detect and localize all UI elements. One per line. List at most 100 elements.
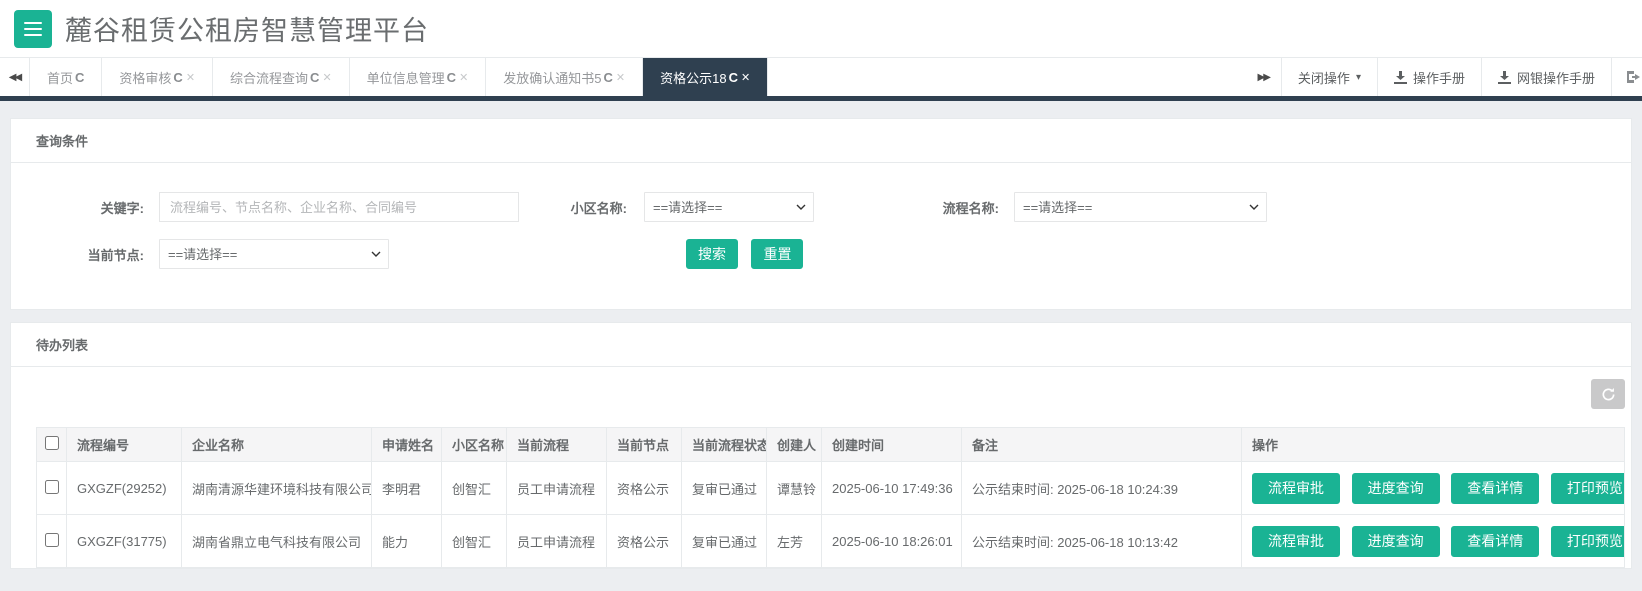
bank-manual-download-link[interactable]: 网银操作手册: [1481, 58, 1611, 96]
table-row: GXGZF(29252) 湖南清源华建环境科技有限公司 李明君 创智汇 员工申请…: [37, 462, 1625, 515]
cell-status: 复审已通过: [682, 515, 767, 568]
tab-label: 首页: [47, 68, 73, 87]
tab-unit-info[interactable]: 单位信息管理 C ✕: [350, 58, 487, 96]
cell-community: 创智汇: [442, 515, 507, 568]
close-operations-dropdown[interactable]: 关闭操作 ▾: [1281, 58, 1377, 96]
col-remark: 备注: [962, 428, 1242, 462]
tab-qualification-publicity[interactable]: 资格公示18 C ✕: [643, 58, 768, 96]
cell-status: 复审已通过: [682, 462, 767, 515]
cell-process: 员工申请流程: [507, 515, 607, 568]
cell-process-no: GXGZF(31775): [67, 515, 182, 568]
keyword-input[interactable]: [159, 192, 519, 222]
view-details-button[interactable]: 查看详情: [1451, 473, 1539, 504]
view-details-button[interactable]: 查看详情: [1451, 526, 1539, 557]
tab-confirm-notice[interactable]: 发放确认通知书5 C ✕: [486, 58, 643, 96]
cell-process: 员工申请流程: [507, 462, 607, 515]
process-approve-button[interactable]: 流程审批: [1252, 473, 1340, 504]
refresh-icon[interactable]: C: [447, 70, 456, 85]
current-node-label: 当前节点:: [31, 245, 159, 264]
hamburger-icon: [24, 22, 42, 24]
cell-process-no: GXGZF(29252): [67, 462, 182, 515]
col-node: 当前节点: [607, 428, 682, 462]
process-name-label: 流程名称:: [814, 198, 1014, 217]
todo-table: 流程编号 企业名称 申请姓名 小区名称 当前流程 当前节点 当前流程状态 创建人…: [36, 427, 1625, 568]
tab-home[interactable]: 首页 C: [30, 58, 102, 96]
table-header-row: 流程编号 企业名称 申请姓名 小区名称 当前流程 当前节点 当前流程状态 创建人…: [37, 428, 1625, 462]
process-approve-button[interactable]: 流程审批: [1252, 526, 1340, 557]
col-creator: 创建人: [767, 428, 822, 462]
refresh-icon[interactable]: C: [310, 70, 319, 85]
tab-label: 资格公示18: [660, 68, 726, 87]
community-select[interactable]: ==请选择==: [644, 192, 814, 222]
close-icon[interactable]: ✕: [322, 71, 331, 84]
progress-query-button[interactable]: 进度查询: [1352, 473, 1440, 504]
table-refresh-button[interactable]: [1591, 379, 1625, 409]
col-process: 当前流程: [507, 428, 607, 462]
hamburger-menu-button[interactable]: [14, 10, 52, 48]
current-node-select[interactable]: ==请选择==: [159, 239, 389, 269]
page-title: 麓谷租赁公租房智慧管理平台: [65, 9, 429, 48]
manual-download-link[interactable]: 操作手册: [1377, 58, 1481, 96]
search-button[interactable]: 搜索: [686, 239, 738, 269]
tabs-scroll-left-icon[interactable]: ◀◀: [0, 58, 30, 96]
content-area: 查询条件 关键字: 小区名称: ==请选择== 流程名称: ==请选择=: [0, 101, 1642, 591]
cell-applicant: 李明君: [372, 462, 442, 515]
cell-applicant: 能力: [372, 515, 442, 568]
app-header: 麓谷租赁公租房智慧管理平台: [0, 0, 1642, 57]
refresh-icon[interactable]: C: [729, 70, 738, 85]
cell-creator: 谭慧铃: [767, 462, 822, 515]
tab-label: 综合流程查询: [230, 68, 308, 87]
row-checkbox[interactable]: [45, 480, 59, 494]
print-preview-button[interactable]: 打印预览: [1551, 473, 1625, 504]
cell-node: 资格公示: [607, 515, 682, 568]
community-label: 小区名称:: [519, 198, 644, 217]
cell-company: 湖南省鼎立电气科技有限公司: [182, 515, 372, 568]
process-name-select[interactable]: ==请选择==: [1014, 192, 1267, 222]
progress-query-button[interactable]: 进度查询: [1352, 526, 1440, 557]
tab-process-query[interactable]: 综合流程查询 C ✕: [213, 58, 350, 96]
cell-created-at: 2025-06-10 17:49:36: [822, 462, 962, 515]
tabbar-spacer: [768, 58, 1245, 96]
cell-created-at: 2025-06-10 18:26:01: [822, 515, 962, 568]
tab-label: 发放确认通知书5: [503, 68, 601, 87]
query-panel-title: 查询条件: [11, 119, 1631, 163]
close-icon[interactable]: ✕: [459, 71, 468, 84]
close-icon[interactable]: ✕: [616, 71, 625, 84]
tabs-scroll-right-icon[interactable]: ▶▶: [1246, 58, 1281, 96]
keyword-label: 关键字:: [31, 198, 159, 217]
refresh-icon[interactable]: C: [75, 70, 84, 85]
close-icon[interactable]: ✕: [186, 71, 195, 84]
download-icon: [1498, 71, 1511, 84]
chevron-down-icon: ▾: [1356, 72, 1361, 83]
refresh-icon: [1601, 387, 1616, 402]
todo-panel-title: 待办列表: [11, 323, 1631, 367]
refresh-icon[interactable]: C: [604, 70, 613, 85]
todo-panel: 待办列表 流程编号: [10, 322, 1632, 569]
refresh-icon[interactable]: C: [173, 70, 182, 85]
query-panel: 查询条件 关键字: 小区名称: ==请选择== 流程名称: ==请选择=: [10, 118, 1632, 310]
col-actions: 操作: [1242, 428, 1625, 462]
download-icon: [1394, 71, 1407, 84]
col-created-at: 创建时间: [822, 428, 962, 462]
cell-remark: 公示结束时间: 2025-06-18 10:13:42: [962, 515, 1242, 568]
print-preview-button[interactable]: 打印预览: [1551, 526, 1625, 557]
tab-qualification-review[interactable]: 资格审核 C ✕: [102, 58, 213, 96]
cell-remark: 公示结束时间: 2025-06-18 10:24:39: [962, 462, 1242, 515]
cell-actions: 流程审批 进度查询 查看详情 打印预览: [1242, 515, 1625, 568]
tab-label: 单位信息管理: [367, 68, 445, 87]
cell-creator: 左芳: [767, 515, 822, 568]
row-checkbox[interactable]: [45, 533, 59, 547]
col-company: 企业名称: [182, 428, 372, 462]
cell-community: 创智汇: [442, 462, 507, 515]
cell-company: 湖南清源华建环境科技有限公司: [182, 462, 372, 515]
select-all-checkbox[interactable]: [45, 436, 59, 450]
tab-bar: ◀◀ 首页 C 资格审核 C ✕ 综合流程查询 C ✕ 单位信息管理 C ✕ 发…: [0, 57, 1642, 96]
col-status: 当前流程状态: [682, 428, 767, 462]
close-icon[interactable]: ✕: [741, 71, 750, 84]
logout-icon[interactable]: [1611, 58, 1642, 96]
cell-actions: 流程审批 进度查询 查看详情 打印预览: [1242, 462, 1625, 515]
reset-button[interactable]: 重置: [751, 239, 803, 269]
panel-gap: [10, 310, 1632, 322]
cell-node: 资格公示: [607, 462, 682, 515]
col-process-no: 流程编号: [67, 428, 182, 462]
